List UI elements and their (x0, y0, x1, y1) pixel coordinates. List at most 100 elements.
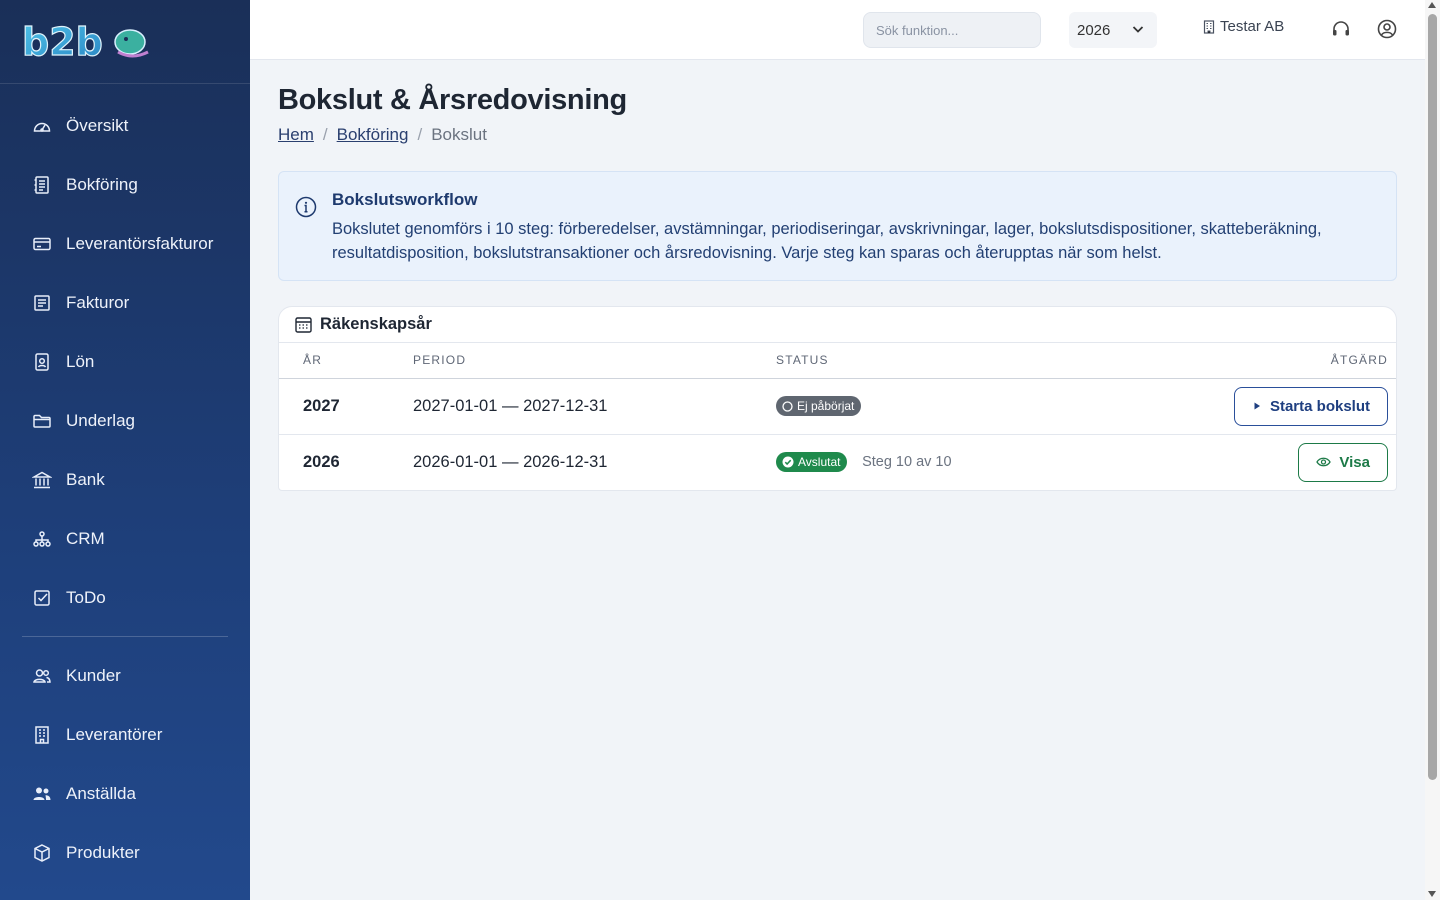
b2b-logo-icon: b2b (22, 22, 149, 62)
status-badge: Ej påbörjat (776, 396, 862, 416)
row-period: 2027-01-01 — 2027-12-31 (413, 378, 776, 435)
search-input[interactable] (863, 12, 1041, 48)
start-bokslut-button[interactable]: Starta bokslut (1233, 386, 1388, 426)
invoice-icon (32, 293, 52, 313)
check-circle-icon (782, 456, 794, 468)
info-alert-title: Bokslutsworkflow (332, 190, 478, 209)
topbar: 2026 Testar AB (250, 0, 1425, 60)
info-icon (295, 196, 317, 218)
breadcrumb-link-bokforing[interactable]: Bokföring (337, 125, 409, 145)
year-select-value: 2026 (1077, 21, 1111, 39)
building-icon (1203, 19, 1215, 34)
column-header-status: STATUS (776, 343, 1099, 379)
sidebar-item-label: Underlag (66, 410, 135, 430)
sidebar: b2b Översikt Bokföring Leverantörsfaktur… (0, 0, 250, 900)
breadcrumb-separator: / (417, 125, 423, 144)
ledger-icon (32, 175, 52, 195)
sidebar-item-label: Anställda (66, 783, 136, 803)
sidebar-item-leverantorer[interactable]: Leverantörer (0, 705, 250, 764)
status-badge: Avslutat (776, 452, 848, 473)
status-badge-label: Avslutat (798, 455, 841, 470)
breadcrumb-link-home[interactable]: Hem (278, 125, 314, 145)
sidebar-item-bank[interactable]: Bank (0, 450, 250, 509)
scroll-down-arrow-icon[interactable] (1428, 891, 1436, 897)
table-row: 2027 2027-01-01 — 2027-12-31 Ej påbörjat… (279, 378, 1396, 435)
fiscal-years-table: ÅR PERIOD STATUS ÅTGÄRD 2027 2027-01-01 … (279, 343, 1396, 490)
sidebar-item-label: Fakturor (66, 292, 130, 312)
main-content: Bokslut & Årsredovisning Hem / Bokföring… (278, 60, 1397, 491)
view-button-label: Visa (1339, 453, 1370, 471)
folder-icon (32, 411, 52, 431)
scroll-up-arrow-icon[interactable] (1428, 2, 1436, 8)
user-account-icon[interactable] (1376, 18, 1398, 40)
sidebar-item-anstallda[interactable]: Anställda (0, 764, 250, 823)
sidebar-item-label: ToDo (66, 587, 106, 607)
play-icon (1254, 402, 1260, 410)
card-title: Räkenskapsår (320, 315, 432, 333)
row-action-cell: Starta bokslut (1098, 378, 1396, 435)
building-icon (32, 725, 52, 745)
row-action-cell: Visa (1098, 434, 1396, 490)
sidebar-item-leverantorsfakturor[interactable]: Leverantörsfakturor (0, 214, 250, 273)
table-header-row: ÅR PERIOD STATUS ÅTGÄRD (279, 343, 1396, 379)
column-header-action: ÅTGÄRD (1098, 343, 1396, 379)
sidebar-item-label: Bokföring (66, 174, 138, 194)
sidebar-item-label: Leverantörer (66, 724, 163, 744)
sidebar-item-label: Bank (66, 469, 105, 489)
breadcrumb-separator: / (322, 125, 328, 144)
chevron-down-icon (1132, 26, 1144, 33)
sidebar-item-crm[interactable]: CRM (0, 509, 250, 568)
sidebar-item-fakturor[interactable]: Fakturor (0, 273, 250, 332)
sidebar-divider (22, 636, 228, 637)
box-icon (32, 843, 52, 863)
sidebar-item-label: CRM (66, 528, 105, 548)
step-progress-text: Steg 10 av 10 (862, 454, 952, 471)
sidebar-item-label: Översikt (66, 115, 129, 135)
company-switcher[interactable]: Testar AB (1203, 18, 1284, 35)
eye-icon (1316, 457, 1332, 467)
column-header-year: ÅR (279, 343, 413, 379)
row-status-cell: Ej påbörjat (776, 378, 1099, 435)
sidebar-item-label: Produkter (66, 842, 140, 862)
row-year: 2027 (279, 378, 413, 435)
page-scrollbar[interactable] (1425, 0, 1440, 900)
sidebar-item-kunder[interactable]: Kunder (0, 646, 250, 705)
checkbox-icon (32, 588, 52, 608)
breadcrumb-current: Bokslut (431, 125, 487, 144)
sidebar-item-lon[interactable]: Lön (0, 332, 250, 391)
status-badge-label: Ej påbörjat (797, 399, 855, 413)
fiscal-years-card: Räkenskapsår ÅR PERIOD STATUS ÅTGÄRD 202… (278, 306, 1397, 491)
scrollbar-thumb[interactable] (1428, 14, 1437, 780)
sidebar-item-label: Kunder (66, 665, 121, 685)
row-year: 2026 (303, 452, 340, 471)
sidebar-item-label: Leverantörsfakturor (66, 233, 214, 253)
breadcrumb: Hem / Bokföring / Bokslut (278, 125, 1397, 145)
sidebar-item-oversikt[interactable]: Översikt (0, 96, 250, 155)
column-header-period: PERIOD (413, 343, 776, 379)
year-select[interactable]: 2026 (1069, 12, 1157, 48)
row-period: 2026-01-01 — 2026-12-31 (413, 452, 608, 471)
id-badge-icon (32, 352, 52, 372)
svg-text:b2b: b2b (22, 22, 103, 62)
info-alert: Bokslutsworkflow Bokslutet genomförs i 1… (278, 171, 1397, 281)
sidebar-item-label: Lön (66, 351, 95, 371)
page-title: Bokslut & Årsredovisning (278, 84, 627, 116)
dashboard-gauge-icon (32, 116, 52, 136)
customers-icon (32, 666, 52, 686)
sidebar-nav: Översikt Bokföring Leverantörsfakturor F… (0, 84, 250, 882)
circle-outline-icon (782, 400, 793, 412)
sidebar-item-produkter[interactable]: Produkter (0, 823, 250, 882)
view-button[interactable]: Visa (1298, 442, 1388, 482)
card-header: Räkenskapsår (279, 307, 1396, 343)
calendar-icon (295, 317, 312, 333)
credit-card-icon (32, 234, 52, 254)
sidebar-item-todo[interactable]: ToDo (0, 568, 250, 627)
brand-logo[interactable]: b2b (0, 0, 250, 84)
sidebar-item-bokforing[interactable]: Bokföring (0, 155, 250, 214)
sidebar-item-underlag[interactable]: Underlag (0, 391, 250, 450)
start-bokslut-label: Starta bokslut (1269, 397, 1370, 415)
employees-icon (32, 784, 52, 804)
company-name: Testar AB (1220, 18, 1285, 35)
headset-support-icon[interactable] (1330, 18, 1352, 40)
row-status-cell: Avslutat Steg 10 av 10 (776, 434, 1098, 490)
